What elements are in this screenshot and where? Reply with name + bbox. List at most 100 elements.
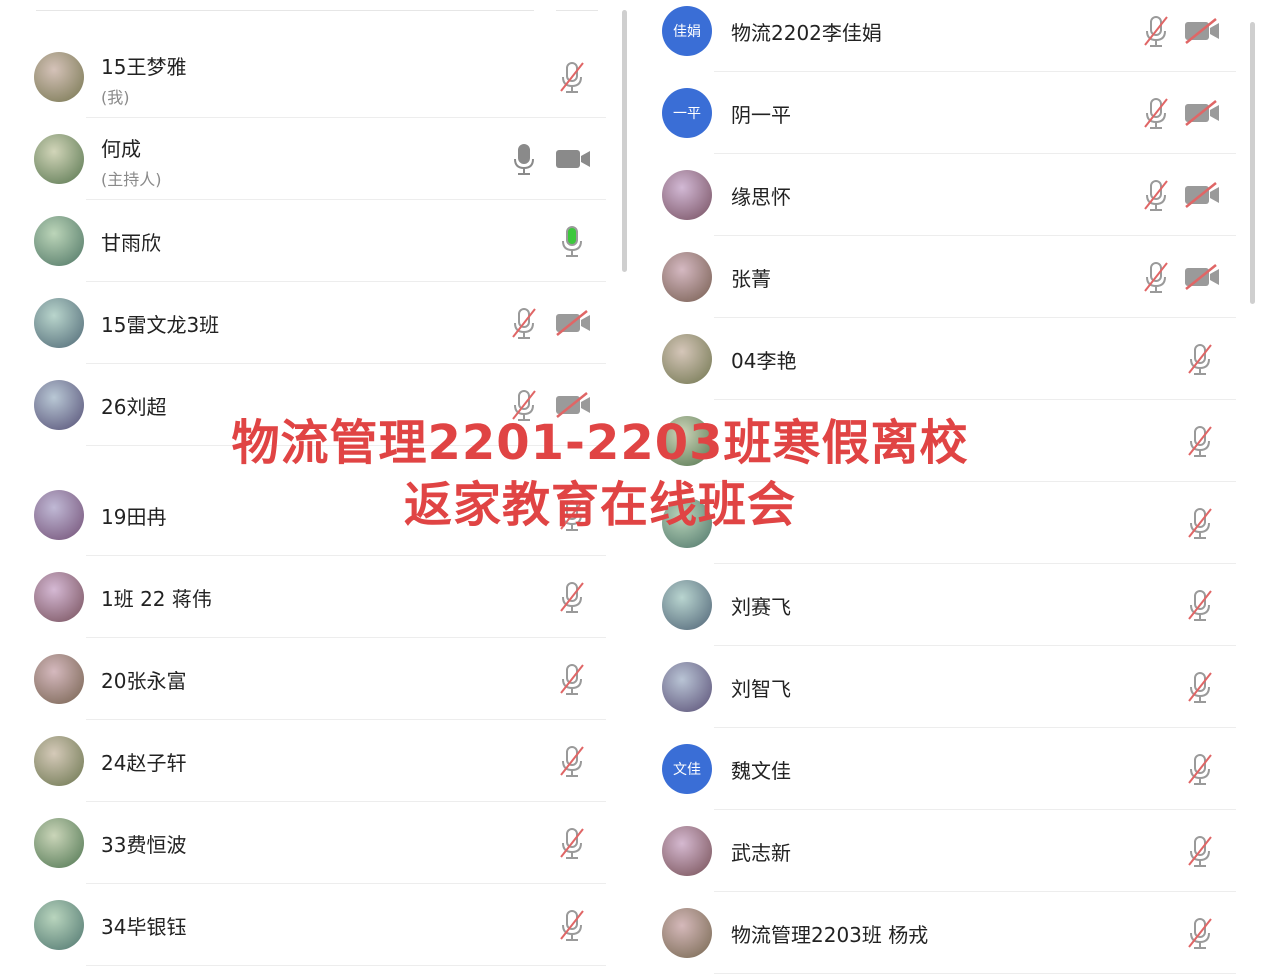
avatar: [662, 662, 712, 712]
avatar: [34, 134, 84, 184]
participant-name: 26刘超: [101, 395, 167, 419]
avatar: [662, 416, 712, 466]
mic-muted-icon[interactable]: [552, 57, 592, 97]
participant-name: 刘智飞: [731, 677, 791, 701]
participant-row[interactable]: 武志新: [662, 810, 1236, 892]
mic-muted-icon[interactable]: [1136, 11, 1176, 51]
row-divider: [86, 445, 606, 446]
microphone-icon[interactable]: [504, 139, 544, 179]
avatar: [34, 736, 84, 786]
participant-row[interactable]: 33费恒波: [34, 802, 606, 884]
avatar: 佳娟: [662, 6, 712, 56]
participant-name: 阴一平: [731, 103, 791, 127]
avatar: [662, 334, 712, 384]
camera-off-icon[interactable]: [1182, 11, 1222, 51]
avatar: 文佳: [662, 744, 712, 794]
participant-row[interactable]: 甘雨欣: [34, 200, 606, 282]
search-field-edge: [36, 0, 534, 11]
participant-name: 甘雨欣: [101, 231, 161, 255]
participant-name: 15雷文龙3班: [101, 313, 220, 337]
participant-row[interactable]: 1班 22 蒋伟: [34, 556, 606, 638]
participant-row[interactable]: 缘思怀: [662, 154, 1236, 236]
camera-icon[interactable]: [553, 139, 593, 179]
participant-row[interactable]: 文佳 魏文佳: [662, 728, 1236, 810]
participant-row[interactable]: 04李艳: [662, 318, 1236, 400]
participant-row[interactable]: 34毕银钰: [34, 884, 606, 966]
mic-muted-icon[interactable]: [1180, 667, 1220, 707]
avatar: [34, 818, 84, 868]
mic-muted-icon[interactable]: [1180, 913, 1220, 953]
mic-muted-icon[interactable]: [1136, 93, 1176, 133]
participant-row[interactable]: [662, 400, 1236, 482]
participant-name: 张菁: [731, 267, 771, 291]
camera-off-icon[interactable]: [1182, 257, 1222, 297]
mic-muted-icon[interactable]: [552, 823, 592, 863]
participant-name: 24赵子轩: [101, 751, 187, 775]
participant-row[interactable]: 刘智飞: [662, 646, 1236, 728]
avatar: 一平: [662, 88, 712, 138]
participant-list-right: 佳娟 物流2202李佳娟 一平 阴一平 缘思怀 张菁 04李艳 刘赛飞 刘智飞 文佳 魏文佳 武志新物…: [640, 0, 1267, 974]
participant-row[interactable]: 24赵子轩: [34, 720, 606, 802]
avatar: [34, 216, 84, 266]
mic-muted-icon[interactable]: [1180, 585, 1220, 625]
participant-row[interactable]: 20张永富: [34, 638, 606, 720]
mic-muted-icon[interactable]: [552, 495, 592, 535]
participant-row[interactable]: 佳娟 物流2202李佳娟: [662, 0, 1236, 72]
mic-muted-icon[interactable]: [1180, 831, 1220, 871]
participant-role: (我): [101, 88, 130, 107]
mic-muted-icon[interactable]: [1180, 749, 1220, 789]
participant-row[interactable]: 26刘超: [34, 364, 606, 446]
participant-row[interactable]: 19田冉: [34, 474, 606, 556]
camera-off-icon[interactable]: [1182, 175, 1222, 215]
mic-muted-icon[interactable]: [552, 741, 592, 781]
participant-name: 魏文佳: [731, 759, 791, 783]
mic-muted-icon[interactable]: [504, 385, 544, 425]
mic-muted-icon[interactable]: [552, 905, 592, 945]
row-divider: [86, 965, 606, 966]
mic-muted-icon[interactable]: [1180, 421, 1220, 461]
participant-row[interactable]: 何成 (主持人): [34, 118, 606, 200]
camera-off-icon[interactable]: [1182, 93, 1222, 133]
avatar: [34, 572, 84, 622]
avatar: [34, 900, 84, 950]
avatar: [662, 252, 712, 302]
camera-off-icon[interactable]: [553, 303, 593, 343]
scrollbar[interactable]: [1250, 22, 1255, 304]
camera-off-icon[interactable]: [553, 385, 593, 425]
avatar: [34, 654, 84, 704]
participant-name: 刘赛飞: [731, 595, 791, 619]
participant-row[interactable]: [662, 482, 1236, 564]
participant-name: 武志新: [731, 841, 791, 865]
participant-row[interactable]: 张菁: [662, 236, 1236, 318]
scrollbar[interactable]: [622, 10, 627, 272]
participant-row[interactable]: 15雷文龙3班: [34, 282, 606, 364]
participant-name: 04李艳: [731, 349, 797, 373]
microphone-icon[interactable]: [552, 221, 592, 261]
mic-muted-icon[interactable]: [1136, 175, 1176, 215]
participant-name: 物流2202李佳娟: [731, 21, 882, 45]
participant-role: (主持人): [101, 170, 162, 189]
avatar: [662, 498, 712, 548]
participant-name: 1班 22 蒋伟: [101, 587, 212, 611]
avatar: [662, 908, 712, 958]
avatar: [34, 490, 84, 540]
participant-name: 19田冉: [101, 505, 167, 529]
avatar: [662, 170, 712, 220]
mic-muted-icon[interactable]: [1180, 503, 1220, 543]
header-button-edge: [556, 0, 598, 11]
participant-name: 物流管理2203班 杨戎: [731, 923, 929, 947]
mic-muted-icon[interactable]: [1180, 339, 1220, 379]
participant-row[interactable]: 物流管理2203班 杨戎: [662, 892, 1236, 974]
participant-row[interactable]: 一平 阴一平: [662, 72, 1236, 154]
participant-row[interactable]: 刘赛飞: [662, 564, 1236, 646]
avatar: [34, 52, 84, 102]
participant-name: 34毕银钰: [101, 915, 187, 939]
mic-muted-icon[interactable]: [1136, 257, 1176, 297]
participant-name: 缘思怀: [731, 185, 791, 209]
mic-muted-icon[interactable]: [504, 303, 544, 343]
avatar: [34, 298, 84, 348]
participant-row[interactable]: 15王梦雅 (我): [34, 36, 606, 118]
mic-muted-icon[interactable]: [552, 577, 592, 617]
avatar: [34, 380, 84, 430]
mic-muted-icon[interactable]: [552, 659, 592, 699]
